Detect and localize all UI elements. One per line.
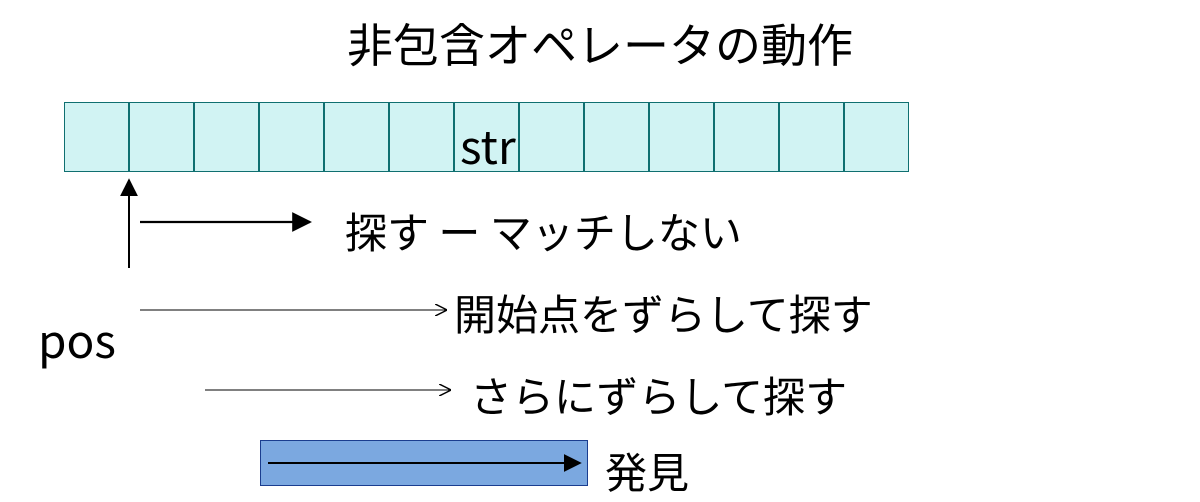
diagram-title: 非包含オペレータの動作	[0, 10, 1200, 76]
string-cell	[389, 102, 454, 172]
string-cell	[844, 102, 909, 172]
string-cell	[584, 102, 649, 172]
string-cell	[64, 102, 129, 172]
string-cell	[259, 102, 324, 172]
array-label: str	[460, 112, 516, 178]
found-range-box	[260, 440, 588, 486]
step-found: 発見	[605, 440, 689, 501]
step-shift-search: 開始点をずらして探す	[454, 282, 873, 343]
string-cell	[194, 102, 259, 172]
string-cell	[324, 102, 389, 172]
diagram-stage: 非包含オペレータの動作 str pos 探す ー マッチしない 開始点をずらして…	[0, 0, 1200, 502]
string-cell	[649, 102, 714, 172]
string-cell	[779, 102, 844, 172]
string-cell	[129, 102, 194, 172]
step-search-nomatch: 探す ー マッチしない	[345, 200, 742, 261]
string-cell	[519, 102, 584, 172]
string-cell	[714, 102, 779, 172]
pointer-label: pos	[38, 306, 116, 372]
step-further-shift: さらにずらして探す	[470, 364, 847, 425]
